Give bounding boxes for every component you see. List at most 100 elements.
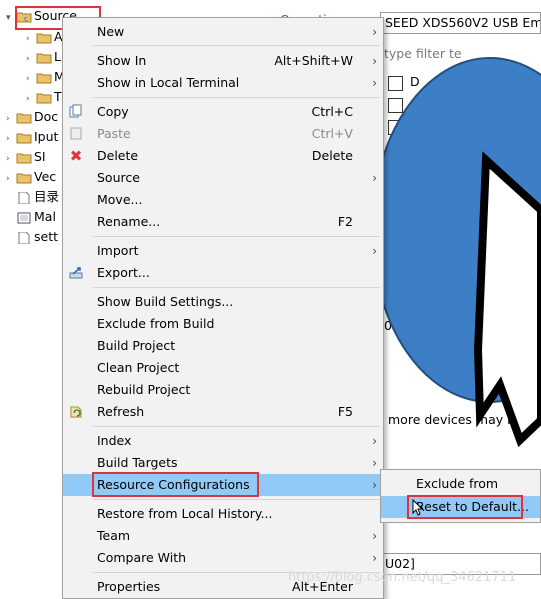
chevron-right-icon: ›: [372, 456, 377, 470]
connection-select[interactable]: SEED XDS560V2 USB Emula: [380, 12, 541, 34]
export-icon: [68, 265, 84, 281]
tree-item[interactable]: › Doc: [6, 107, 58, 127]
menu-item-build-project[interactable]: Build Project: [63, 335, 383, 357]
tree-item-label: SI: [34, 149, 46, 164]
menu-item-compare-with[interactable]: Compare With ›: [63, 547, 383, 569]
menu-item-label: New: [97, 24, 125, 39]
menu-item-delete[interactable]: ✖ Delete Delete: [63, 145, 383, 167]
project-explorer: ▾ c Source › A › L › M › T › Doc › Iput › SI › Vec…: [0, 0, 77, 599]
menu-item-label: Delete: [97, 148, 139, 163]
chevron-right-icon[interactable]: ›: [6, 149, 16, 169]
menu-item-restore-from-local-history[interactable]: Restore from Local History...: [63, 503, 383, 525]
watermark: https://blog.csdn.net/qq_34621711: [288, 570, 517, 585]
tree-item-label: Mal: [34, 209, 56, 224]
menu-item-label: Show in Local Terminal: [97, 75, 240, 90]
menu-separator: [93, 97, 380, 98]
chevron-right-icon[interactable]: ›: [6, 109, 16, 129]
menu-item-copy[interactable]: Copy Ctrl+C: [63, 101, 383, 123]
menu-item-label: Paste: [97, 126, 131, 141]
menu-item-shortcut: F5: [337, 404, 353, 419]
menu-item-new[interactable]: New ›: [63, 21, 383, 43]
folder-icon: [36, 33, 52, 43]
chevron-right-icon[interactable]: ›: [26, 89, 36, 109]
delete-icon: ✖: [69, 147, 83, 165]
chevron-right-icon[interactable]: ›: [6, 129, 16, 149]
menu-item-rename[interactable]: Rename... F2: [63, 211, 383, 233]
refresh-icon: [68, 404, 84, 420]
tree-item[interactable]: Mal: [16, 207, 56, 227]
menu-item-import[interactable]: Import ›: [63, 240, 383, 262]
tree-item-label: Vec: [34, 169, 57, 184]
folder-icon: [16, 113, 32, 123]
tree-item-label: Doc: [34, 109, 59, 124]
menu-separator: [93, 236, 380, 237]
menu-item-label: Move...: [97, 192, 143, 207]
menu-item-clean-project[interactable]: Clean Project: [63, 357, 383, 379]
menu-separator: [93, 499, 380, 500]
file-icon: [18, 191, 30, 204]
menu-item-label: Source: [97, 170, 140, 185]
tree-item[interactable]: › T: [26, 87, 62, 107]
tree-item[interactable]: sett: [16, 227, 58, 247]
menu-item-move[interactable]: Move...: [63, 189, 383, 211]
menu-item-shortcut: Ctrl+V: [311, 126, 353, 141]
tree-item[interactable]: › L: [26, 47, 61, 67]
chevron-right-icon: ›: [372, 244, 377, 258]
menu-item-source[interactable]: Source ›: [63, 167, 383, 189]
menu-item-label: Restore from Local History...: [97, 506, 273, 521]
tree-item-label: T: [54, 89, 62, 104]
menu-separator: [93, 287, 380, 288]
menu-item-show-in-local-terminal[interactable]: Show in Local Terminal ›: [63, 72, 383, 94]
menu-item-label: Team: [97, 528, 131, 543]
copy-icon: [68, 104, 84, 120]
menu-item-label: Clean Project: [97, 360, 180, 375]
mouse-pointer-icon: [412, 499, 424, 516]
menu-item-label: Export...: [97, 265, 150, 280]
chevron-right-icon: ›: [372, 171, 377, 185]
folder-icon: [36, 93, 52, 103]
folder-icon: [36, 73, 52, 83]
menu-item-show-in[interactable]: Show In Alt+Shift+W ›: [63, 50, 383, 72]
chevron-right-icon: ›: [372, 551, 377, 565]
menu-separator: [93, 45, 380, 46]
folder-icon: [36, 53, 52, 63]
menu-item-exclude-from-build[interactable]: Exclude from Build: [63, 313, 383, 335]
chevron-right-icon[interactable]: ›: [26, 49, 36, 69]
tree-item[interactable]: › Iput: [6, 127, 58, 147]
menu-item-export[interactable]: Export...: [63, 262, 383, 284]
menu-item-label: Build Targets: [97, 455, 178, 470]
chevron-right-icon: ›: [372, 54, 377, 68]
chevron-right-icon: ›: [372, 25, 377, 39]
paste-icon: [68, 126, 84, 142]
tree-item[interactable]: 目录: [16, 187, 59, 207]
submenu-item-exclude-from-build[interactable]: Exclude from Build...: [381, 473, 540, 513]
file-icon: [18, 231, 30, 244]
tree-item-label: L: [54, 49, 61, 64]
chevron-right-icon[interactable]: ›: [26, 29, 36, 49]
context-menu: New › Show In Alt+Shift+W › Show in Local T…: [62, 17, 384, 599]
tree-item[interactable]: › Vec: [6, 167, 56, 187]
menu-item-rebuild-project[interactable]: Rebuild Project: [63, 379, 383, 401]
menu-item-label: Refresh: [97, 404, 145, 419]
menu-item-show-build-settings[interactable]: Show Build Settings...: [63, 291, 383, 313]
folder-icon: [16, 153, 32, 163]
tree-item[interactable]: › SI: [6, 147, 46, 167]
chevron-right-icon[interactable]: ›: [6, 169, 16, 189]
menu-item-index[interactable]: Index ›: [63, 430, 383, 452]
menu-item-label: Show In: [97, 53, 147, 68]
menu-separator: [93, 426, 380, 427]
tree-item-label: 目录: [34, 189, 60, 204]
menu-item-refresh[interactable]: Refresh F5: [63, 401, 383, 423]
menu-item-label: Rebuild Project: [97, 382, 191, 397]
chevron-right-icon: ›: [372, 76, 377, 90]
menu-item-shortcut: Alt+Shift+W: [274, 53, 353, 68]
menu-item-team[interactable]: Team ›: [63, 525, 383, 547]
menu-item-label: Import: [97, 243, 139, 258]
tree-item[interactable]: › M: [26, 67, 65, 87]
tree-item-label: sett: [34, 229, 59, 244]
tree-item[interactable]: › A: [26, 27, 63, 47]
menu-item-paste[interactable]: Paste Ctrl+V: [63, 123, 383, 145]
menu-item-build-targets[interactable]: Build Targets ›: [63, 452, 383, 474]
chevron-right-icon[interactable]: ›: [26, 69, 36, 89]
menu-item-label: Rename...: [97, 214, 161, 229]
